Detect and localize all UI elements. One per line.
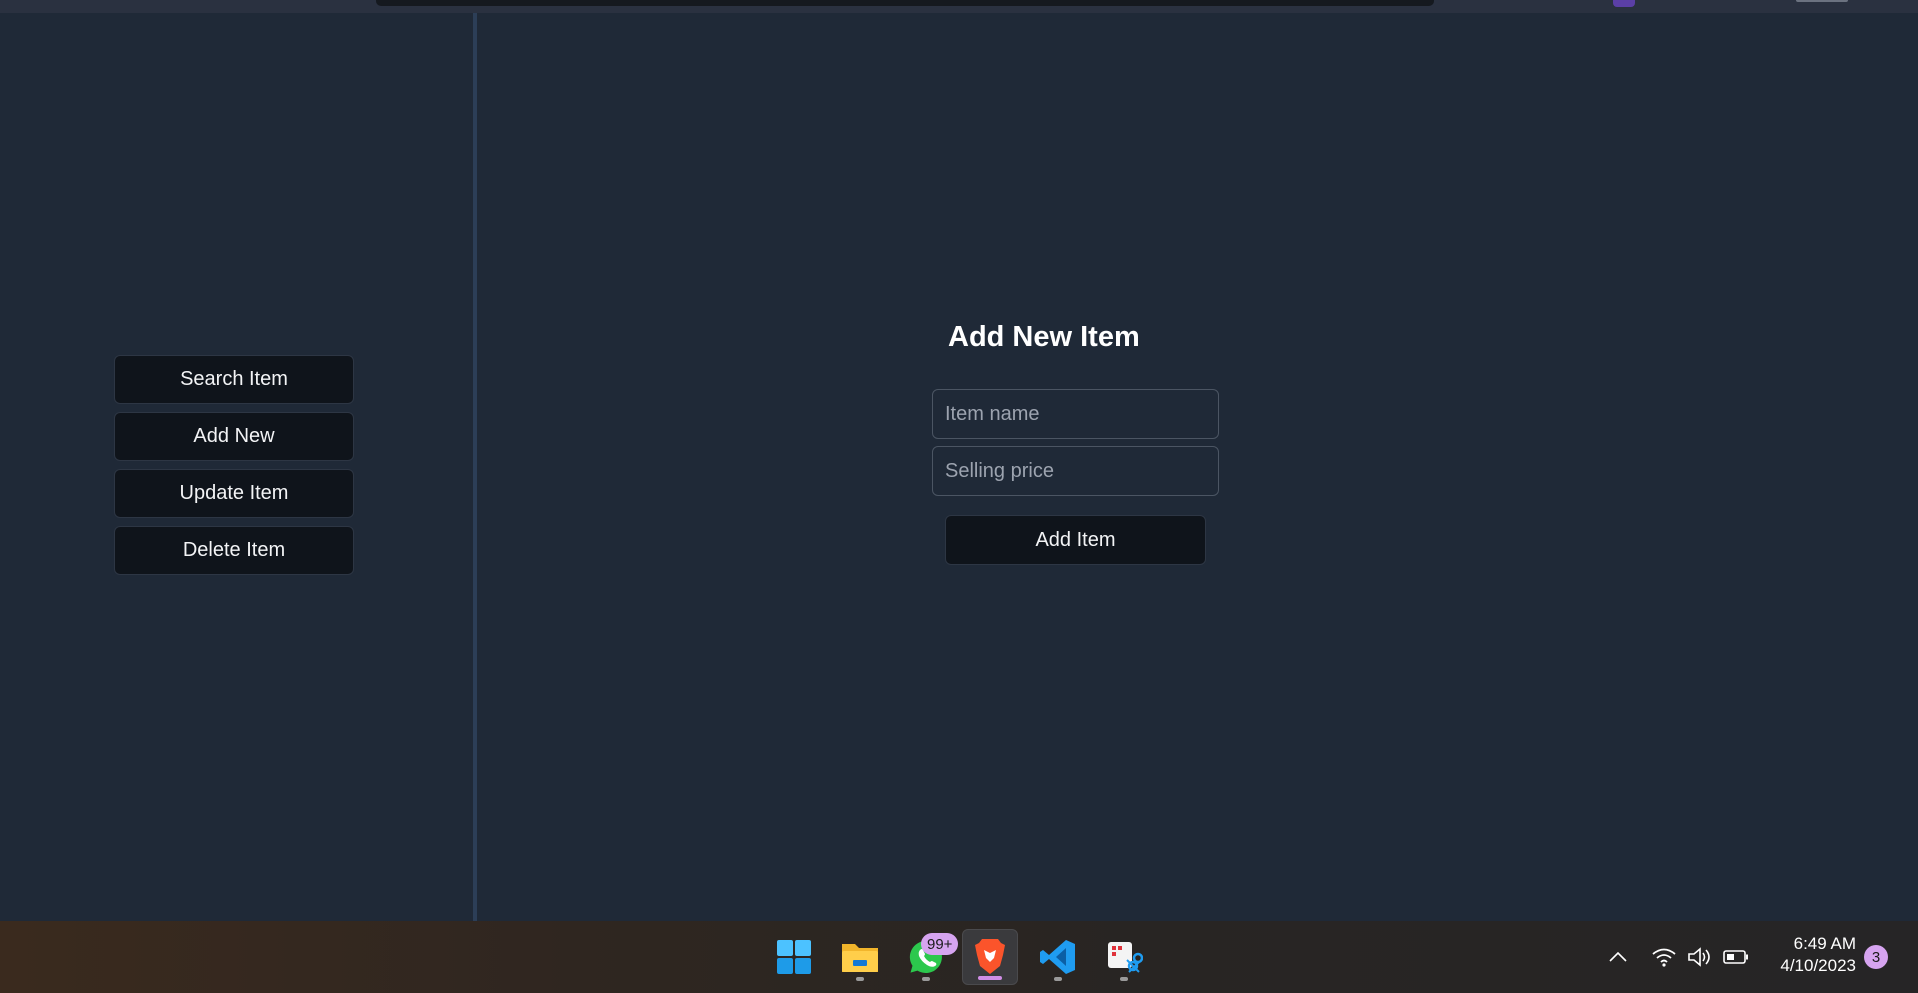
- vscode-button[interactable]: [1030, 929, 1086, 985]
- vscode-icon: [1040, 940, 1075, 974]
- taskbar: 99+ 6:49 AM 4/10/2023 3: [0, 921, 1918, 993]
- volume-icon: [1688, 947, 1710, 967]
- running-indicator: [1054, 977, 1062, 981]
- form-title: Add New Item: [948, 321, 1140, 353]
- snipping-tool-button[interactable]: [1096, 929, 1152, 985]
- add-item-button[interactable]: Add Item: [945, 515, 1206, 565]
- address-bar-fragment[interactable]: [376, 0, 1434, 6]
- active-indicator: [978, 976, 1002, 980]
- running-indicator: [922, 977, 930, 981]
- start-button[interactable]: [766, 929, 822, 985]
- sidebar: Search Item Add New Update Item Delete I…: [0, 13, 477, 921]
- clock-date: 4/10/2023: [1780, 956, 1856, 975]
- selling-price-input[interactable]: [932, 446, 1219, 496]
- clock[interactable]: 6:49 AM 4/10/2023: [1766, 933, 1856, 977]
- file-explorer-icon: [842, 944, 878, 972]
- whatsapp-unread-badge: 99+: [921, 933, 959, 955]
- brave-browser-icon: [975, 939, 1005, 974]
- update-item-button[interactable]: Update Item: [114, 469, 354, 518]
- extension-badge-fragment[interactable]: [1613, 0, 1635, 7]
- delete-item-button[interactable]: Delete Item: [114, 526, 354, 575]
- battery-button[interactable]: [1722, 943, 1750, 971]
- item-name-input[interactable]: [932, 389, 1219, 439]
- volume-button[interactable]: [1686, 943, 1714, 971]
- chevron-up-icon: [1609, 951, 1627, 962]
- snipping-tool-icon: [1108, 942, 1143, 973]
- running-indicator: [856, 977, 864, 981]
- add-new-button[interactable]: Add New: [114, 412, 354, 461]
- browser-top-strip: [0, 0, 1918, 13]
- show-hidden-icons-button[interactable]: [1604, 943, 1632, 971]
- clock-time: 6:49 AM: [1793, 934, 1856, 953]
- notification-center-badge[interactable]: 3: [1864, 945, 1888, 969]
- toolbar-button-fragment[interactable]: [1796, 0, 1848, 2]
- search-item-button[interactable]: Search Item: [114, 355, 354, 404]
- running-indicator: [1120, 977, 1128, 981]
- network-button[interactable]: [1650, 943, 1678, 971]
- battery-icon: [1723, 950, 1748, 964]
- brave-browser-button[interactable]: [962, 929, 1018, 985]
- file-explorer-button[interactable]: [832, 929, 888, 985]
- wifi-icon: [1652, 948, 1676, 967]
- windows-start-icon: [777, 940, 811, 974]
